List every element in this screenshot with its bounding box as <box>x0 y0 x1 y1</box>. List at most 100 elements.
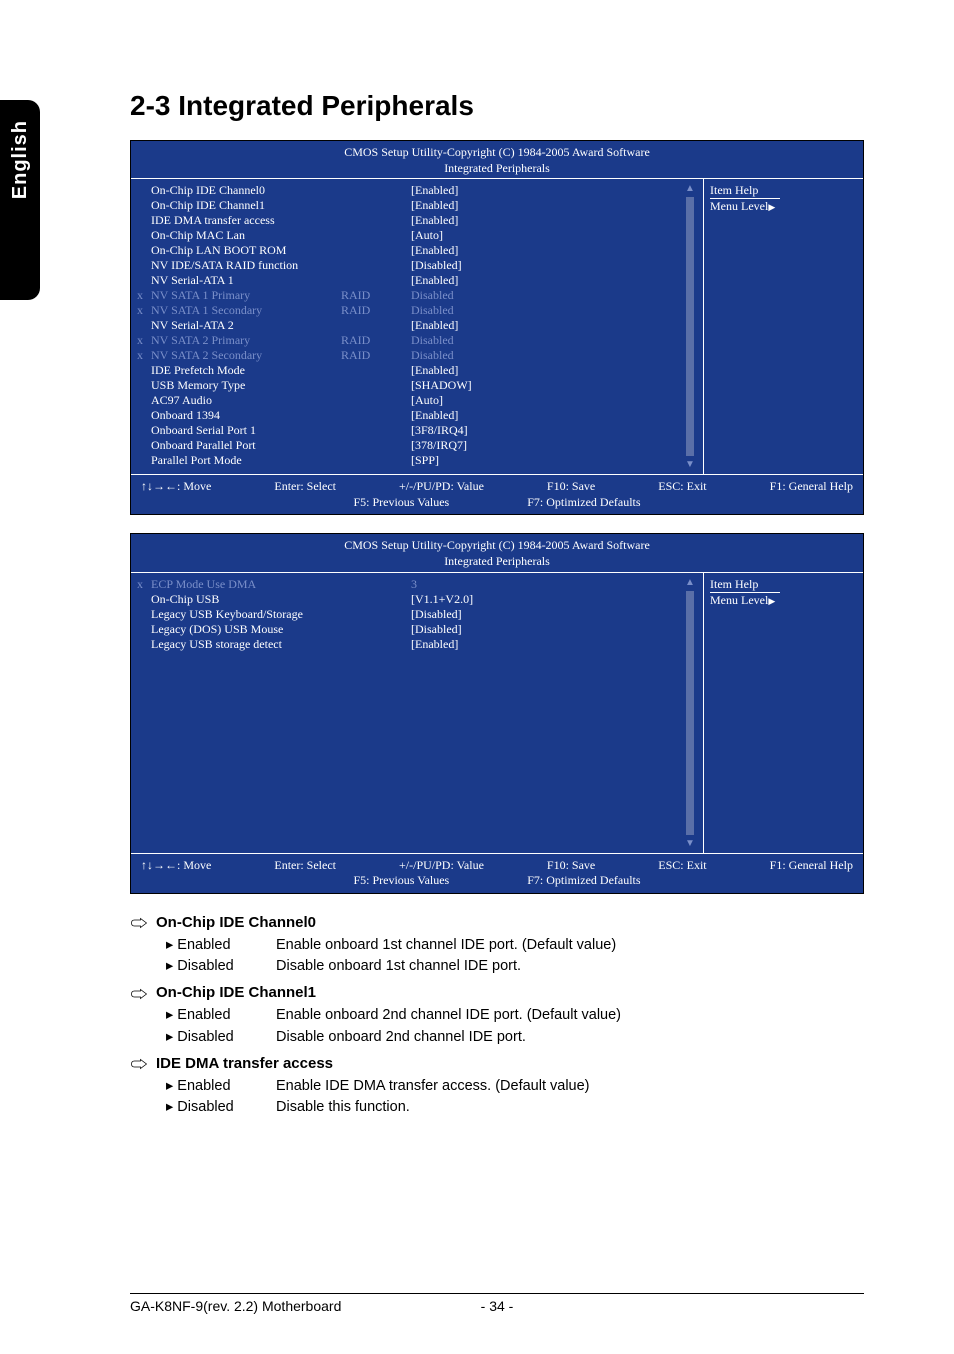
setting-value: [378/IRQ7] <box>411 438 697 453</box>
doc-section: IDE DMA transfer access▸ EnabledEnable I… <box>130 1053 864 1118</box>
setting-value: [3F8/IRQ4] <box>411 423 697 438</box>
setting-value: [Enabled] <box>411 213 697 228</box>
setting-col3 <box>341 453 411 468</box>
setting-value: 3 <box>411 577 697 592</box>
doc-option-desc: Enable onboard 1st channel IDE port. (De… <box>276 935 616 955</box>
row-marker <box>137 438 151 453</box>
bios-setting-row: IDE DMA transfer access[Enabled] <box>137 213 697 228</box>
bios-setting-row: On-Chip IDE Channel0[Enabled] <box>137 183 697 198</box>
pointer-icon <box>130 986 148 1000</box>
bios-setting-row: xNV SATA 1 SecondaryRAIDDisabled <box>137 303 697 318</box>
bios-setting-row: On-Chip MAC Lan[Auto] <box>137 228 697 243</box>
row-marker <box>137 228 151 243</box>
bios-header: CMOS Setup Utility-Copyright (C) 1984-20… <box>131 141 863 178</box>
setting-col3 <box>341 637 411 652</box>
setting-label: NV IDE/SATA RAID function <box>151 258 341 273</box>
row-marker: x <box>137 288 151 303</box>
doc-option-label: ▸ Enabled <box>166 1005 276 1025</box>
setting-label: Onboard Serial Port 1 <box>151 423 341 438</box>
setting-label: Parallel Port Mode <box>151 453 341 468</box>
setting-col3 <box>341 243 411 258</box>
row-marker <box>137 363 151 378</box>
language-label: English <box>9 120 32 199</box>
doc-option-label: ▸ Enabled <box>166 935 276 955</box>
bios-setting-row: Parallel Port Mode[SPP] <box>137 453 697 468</box>
scroll-arrows: ▲▼ <box>685 577 695 849</box>
setting-col3 <box>341 438 411 453</box>
setting-value: [Disabled] <box>411 607 697 622</box>
setting-col3 <box>341 393 411 408</box>
setting-col3 <box>341 198 411 213</box>
footer-page-number: - 34 - <box>481 1298 514 1314</box>
doc-option-row: ▸ DisabledDisable this function. <box>166 1097 864 1117</box>
row-marker <box>137 622 151 637</box>
bios-setting-row: On-Chip USB[V1.1+V2.0] <box>137 592 697 607</box>
setting-col3: RAID <box>341 288 411 303</box>
row-marker <box>137 378 151 393</box>
doc-section: On-Chip IDE Channel1▸ EnabledEnable onbo… <box>130 982 864 1047</box>
doc-section-title: IDE DMA transfer access <box>130 1053 864 1074</box>
setting-col3 <box>341 213 411 228</box>
row-marker <box>137 607 151 622</box>
row-marker <box>137 453 151 468</box>
setting-col3 <box>341 423 411 438</box>
setting-value: [Enabled] <box>411 318 697 333</box>
setting-label: IDE Prefetch Mode <box>151 363 341 378</box>
setting-value: Disabled <box>411 288 697 303</box>
doc-option-label: ▸ Enabled <box>166 1076 276 1096</box>
doc-option-row: ▸ EnabledEnable onboard 2nd channel IDE … <box>166 1005 864 1025</box>
doc-option-desc: Disable onboard 2nd channel IDE port. <box>276 1027 526 1047</box>
row-marker: x <box>137 333 151 348</box>
bios-setting-row: Onboard Parallel Port[378/IRQ7] <box>137 438 697 453</box>
setting-col3 <box>341 273 411 288</box>
setting-label: Legacy (DOS) USB Mouse <box>151 622 341 637</box>
row-marker <box>137 592 151 607</box>
row-marker: x <box>137 303 151 318</box>
bios-setting-row: NV IDE/SATA RAID function[Disabled] <box>137 258 697 273</box>
row-marker <box>137 393 151 408</box>
bios-setting-row: Legacy (DOS) USB Mouse[Disabled] <box>137 622 697 637</box>
row-marker: x <box>137 348 151 363</box>
row-marker <box>137 408 151 423</box>
setting-label: On-Chip USB <box>151 592 341 607</box>
bios-setting-row: Onboard 1394[Enabled] <box>137 408 697 423</box>
setting-label: ECP Mode Use DMA <box>151 577 341 592</box>
bios-setting-row: Legacy USB storage detect[Enabled] <box>137 637 697 652</box>
setting-value: [Enabled] <box>411 183 697 198</box>
doc-option-label: ▸ Disabled <box>166 1027 276 1047</box>
doc-option-row: ▸ EnabledEnable IDE DMA transfer access.… <box>166 1076 864 1096</box>
setting-value: Disabled <box>411 333 697 348</box>
setting-col3 <box>341 183 411 198</box>
setting-col3: RAID <box>341 348 411 363</box>
doc-section-title: On-Chip IDE Channel1 <box>130 982 864 1003</box>
row-marker <box>137 423 151 438</box>
setting-label: On-Chip IDE Channel1 <box>151 198 341 213</box>
doc-option-desc: Enable IDE DMA transfer access. (Default… <box>276 1076 590 1096</box>
setting-label: Legacy USB Keyboard/Storage <box>151 607 341 622</box>
doc-option-row: ▸ DisabledDisable onboard 1st channel ID… <box>166 956 864 976</box>
setting-col3: RAID <box>341 303 411 318</box>
doc-option-label: ▸ Disabled <box>166 956 276 976</box>
setting-value: [Enabled] <box>411 363 697 378</box>
triangle-right-icon: ▶ <box>768 596 775 606</box>
setting-label: NV SATA 1 Primary <box>151 288 341 303</box>
bios-setting-row: xNV SATA 2 PrimaryRAIDDisabled <box>137 333 697 348</box>
pointer-icon <box>130 915 148 929</box>
setting-col3 <box>341 577 411 592</box>
doc-section-title: On-Chip IDE Channel0 <box>130 912 864 933</box>
bios-setting-row: NV Serial-ATA 1[Enabled] <box>137 273 697 288</box>
row-marker <box>137 273 151 288</box>
row-marker <box>137 198 151 213</box>
setting-label: Legacy USB storage detect <box>151 637 341 652</box>
setting-value: [Auto] <box>411 228 697 243</box>
language-tab: English <box>0 100 40 300</box>
triangle-right-icon: ▶ <box>768 202 775 212</box>
bios-setting-row: xECP Mode Use DMA3 <box>137 577 697 592</box>
page-footer: GA-K8NF-9(rev. 2.2) Motherboard - 34 - <box>130 1293 864 1314</box>
footer-model: GA-K8NF-9(rev. 2.2) Motherboard <box>130 1298 341 1314</box>
setting-col3 <box>341 408 411 423</box>
doc-option-label: ▸ Disabled <box>166 1097 276 1117</box>
row-marker <box>137 183 151 198</box>
row-marker <box>137 637 151 652</box>
bios-setting-row: Onboard Serial Port 1 [3F8/IRQ4] <box>137 423 697 438</box>
